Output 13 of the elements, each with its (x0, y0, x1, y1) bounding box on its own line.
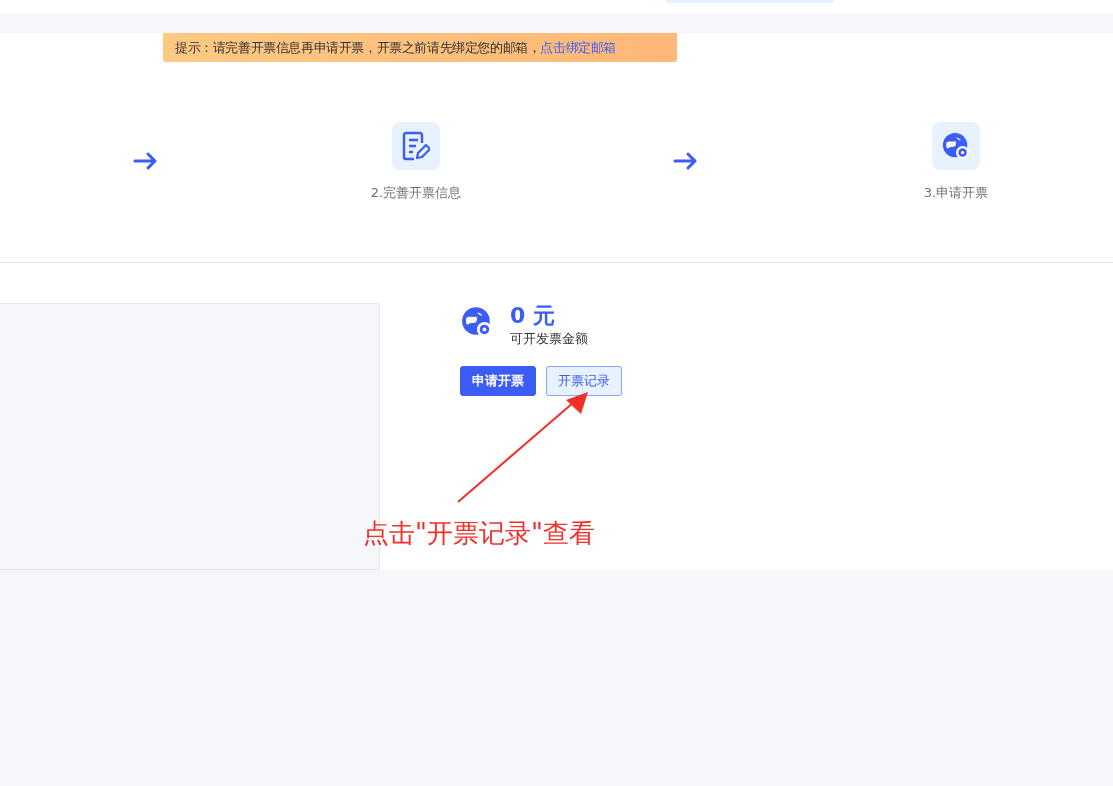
bind-email-link[interactable]: 点击绑定邮箱 (540, 38, 616, 57)
globe-gear-icon (941, 131, 971, 162)
amount-value: 0 元 (510, 303, 556, 329)
apply-invoice-button[interactable]: 申请开票 (460, 366, 536, 396)
notice-text: 提示：请完善开票信息再申请开票，开票之前请先绑定您的邮箱， (175, 38, 541, 57)
arrow-icon (133, 151, 159, 172)
amount-label: 可开发票金额 (510, 330, 588, 348)
invoice-records-button[interactable]: 开票记录 (546, 366, 622, 396)
step-label: 2.完善开票信息 (370, 184, 462, 203)
arrow-icon (673, 151, 699, 172)
step-label: 3.申请开票 (923, 184, 989, 203)
annotation-text: 点击"开票记录"查看 (363, 517, 595, 550)
edit-form-icon (402, 131, 430, 162)
